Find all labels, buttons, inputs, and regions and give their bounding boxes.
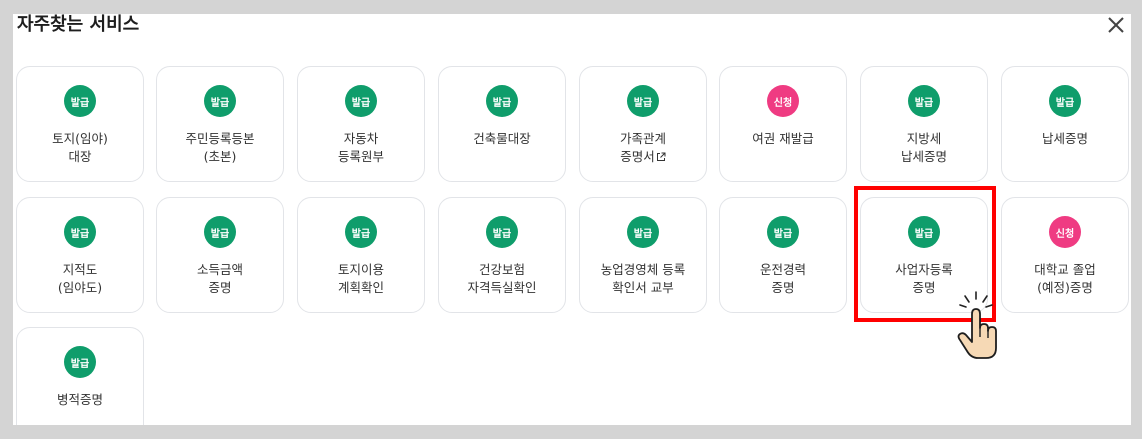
service-card[interactable]: 발급지적도 (임야도) [16, 197, 144, 313]
service-label-line: 건강보험 [478, 262, 525, 277]
service-badge: 발급 [204, 85, 236, 117]
service-label-line: (임야도) [57, 280, 103, 295]
service-label: 농업경영체 등록확인서 교부 [580, 261, 706, 297]
service-label-line: 병적증명 [56, 392, 103, 407]
service-label-line: 토지(임야) [52, 131, 108, 146]
service-label-line: 자동차 [343, 131, 379, 146]
service-label-line: 대장 [68, 149, 92, 164]
service-badge: 발급 [908, 85, 940, 117]
service-label: 주민등록등본 (초본) [157, 130, 283, 166]
service-label-line: 증명서 [580, 148, 706, 166]
favorite-services-modal: 자주찾는 서비스 발급 토지(임야) 대장 발급 주민등록등본 (초본) 발급 자동차 등록원부… [13, 14, 1131, 425]
service-card[interactable]: 발급농업경영체 등록확인서 교부 [579, 197, 707, 313]
service-label: 여권 재발급 [720, 130, 846, 148]
service-label: 대학교 졸업 (예정)증명 [1002, 261, 1128, 297]
service-badge: 발급 [204, 216, 236, 248]
service-card[interactable]: 발급소득금액증명 [156, 197, 284, 313]
service-label-line: 증명 [771, 280, 795, 295]
service-label-line: 지방세 [906, 131, 942, 146]
hand-pointer-icon [957, 291, 997, 359]
service-badge: 발급 [486, 216, 518, 248]
service-badge: 발급 [64, 216, 96, 248]
service-card[interactable]: 발급운전경력증명 [719, 197, 847, 313]
service-label: 소득금액증명 [157, 261, 283, 297]
service-badge: 발급 [345, 216, 377, 248]
service-label: 운전경력증명 [720, 261, 846, 297]
service-label-line: 토지이용 [337, 262, 384, 277]
service-label: 건축물대장 [439, 130, 565, 148]
service-label-line: 등록원부 [337, 149, 384, 164]
service-badge: 신청 [767, 85, 799, 117]
service-label: 자동차등록원부 [298, 130, 424, 166]
service-label-line: 가족관계 [619, 131, 666, 146]
service-card[interactable]: 발급주민등록등본 (초본) [156, 66, 284, 182]
service-label: 지적도 (임야도) [17, 261, 143, 297]
service-badge: 발급 [767, 216, 799, 248]
service-label: 토지(임야) 대장 [17, 130, 143, 166]
service-card[interactable]: 발급토지이용계획확인 [297, 197, 425, 313]
service-card[interactable]: 발급자동차등록원부 [297, 66, 425, 182]
service-card[interactable]: 신청대학교 졸업 (예정)증명 [1001, 197, 1129, 313]
service-badge: 발급 [345, 85, 377, 117]
service-label-line: 증명 [208, 280, 232, 295]
service-label-line: 자격득실확인 [467, 280, 537, 295]
service-label: 가족관계증명서 [580, 130, 706, 166]
service-label-line: 계획확인 [337, 280, 384, 295]
service-label-line: 소득금액 [196, 262, 243, 277]
service-badge: 발급 [64, 85, 96, 117]
service-label-line: 납세증명 [1041, 131, 1088, 146]
service-label-line: 여권 재발급 [752, 131, 814, 146]
service-badge: 발급 [627, 216, 659, 248]
service-label-line: (초본) [203, 149, 237, 164]
service-card[interactable]: 발급지방세납세증명 [860, 66, 988, 182]
service-label-line: 납세증명 [900, 149, 947, 164]
service-label-line: 지적도 [62, 262, 98, 277]
service-label-line: 확인서 교부 [612, 280, 674, 295]
service-badge: 발급 [64, 346, 96, 378]
service-label-line: 주민등록등본 [185, 131, 255, 146]
service-card[interactable]: 발급토지(임야) 대장 [16, 66, 144, 182]
service-card[interactable]: 신청여권 재발급 [719, 66, 847, 182]
service-label-line: (예정)증명 [1037, 280, 1093, 295]
external-link-icon [656, 152, 666, 161]
service-badge: 발급 [1049, 85, 1081, 117]
service-card[interactable]: 발급납세증명 [1001, 66, 1129, 182]
service-card[interactable]: 발급건강보험자격득실확인 [438, 197, 566, 313]
service-card[interactable]: 발급가족관계증명서 [579, 66, 707, 182]
service-label: 토지이용계획확인 [298, 261, 424, 297]
service-label: 납세증명 [1002, 130, 1128, 148]
service-label-line: 운전경력 [759, 262, 806, 277]
service-card[interactable]: 발급병적증명 [16, 327, 144, 425]
service-label-line: 건축물대장 [473, 131, 531, 146]
service-badge: 신청 [1049, 216, 1081, 248]
service-badge: 발급 [486, 85, 518, 117]
service-label: 지방세납세증명 [861, 130, 987, 166]
service-card[interactable]: 발급건축물대장 [438, 66, 566, 182]
service-label-line: 대학교 졸업 [1034, 262, 1096, 277]
service-badge: 발급 [627, 85, 659, 117]
service-label-line: 농업경영체 등록 [600, 262, 686, 277]
service-label: 건강보험자격득실확인 [439, 261, 565, 297]
service-label: 병적증명 [17, 391, 143, 409]
